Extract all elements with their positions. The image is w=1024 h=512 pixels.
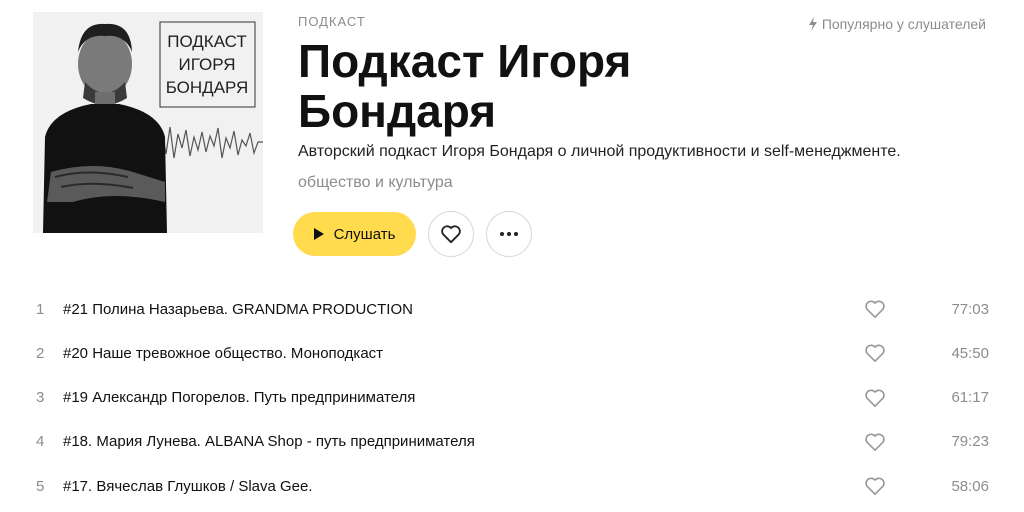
- heart-icon: [865, 389, 885, 407]
- cover-title-line-1: ПОДКАСТ: [167, 32, 247, 51]
- podcast-description: Авторский подкаст Игоря Бондаря о личной…: [298, 143, 901, 160]
- track-number: 4: [36, 433, 45, 451]
- lightning-icon: [808, 17, 817, 31]
- play-button[interactable]: Слушать: [293, 212, 416, 256]
- track-title[interactable]: #21 Полина Назарьева. GRANDMA PRODUCTION: [63, 301, 413, 318]
- page-title: Подкаст Игоря Бондаря: [298, 35, 632, 137]
- play-icon: [313, 228, 324, 240]
- action-bar: Слушать: [293, 211, 532, 257]
- track-title[interactable]: #19 Александр Погорелов. Путь предприним…: [63, 389, 415, 406]
- heart-icon: [441, 225, 461, 244]
- track-row[interactable]: 2 #20 Наше тревожное общество. Моноподка…: [0, 331, 1024, 375]
- podcast-cover: ПОДКАСТ ИГОРЯ БОНДАРЯ: [33, 12, 263, 233]
- track-list: 1 #21 Полина Назарьева. GRANDMA PRODUCTI…: [0, 287, 1024, 508]
- track-like-button[interactable]: [863, 475, 887, 497]
- track-number: 2: [36, 344, 45, 362]
- more-dots-icon: [500, 232, 518, 236]
- track-duration: 58:06: [951, 477, 989, 495]
- track-title[interactable]: #18. Мария Лунева. ALBANA Shop - путь пр…: [63, 433, 475, 450]
- track-like-button[interactable]: [863, 431, 887, 453]
- heart-icon: [865, 477, 885, 496]
- heart-icon: [865, 344, 885, 363]
- track-duration: 79:23: [951, 433, 989, 451]
- cover-title-line-3: БОНДАРЯ: [166, 78, 249, 97]
- heart-icon: [865, 300, 885, 319]
- cover-image: ПОДКАСТ ИГОРЯ БОНДАРЯ: [33, 12, 263, 233]
- cover-title-line-2: ИГОРЯ: [179, 55, 236, 74]
- track-duration: 77:03: [951, 300, 989, 318]
- track-like-button[interactable]: [863, 387, 887, 409]
- track-duration: 45:50: [951, 344, 989, 362]
- track-title[interactable]: #17. Вячеслав Глушков / Slava Gee.: [63, 478, 313, 495]
- track-number: 1: [36, 300, 45, 318]
- content-type-label: ПОДКАСТ: [298, 14, 366, 29]
- track-number: 3: [36, 389, 45, 407]
- track-like-button[interactable]: [863, 298, 887, 320]
- track-duration: 61:17: [951, 389, 989, 407]
- track-title[interactable]: #20 Наше тревожное общество. Моноподкаст: [63, 345, 383, 362]
- track-row[interactable]: 3 #19 Александр Погорелов. Путь предприн…: [0, 376, 1024, 420]
- popular-badge: Популярно у слушателей: [808, 16, 986, 32]
- more-button[interactable]: [486, 211, 532, 257]
- track-row[interactable]: 1 #21 Полина Назарьева. GRANDMA PRODUCTI…: [0, 287, 1024, 331]
- genre-link[interactable]: общество и культура: [298, 174, 453, 192]
- track-number: 5: [36, 477, 45, 495]
- play-label: Слушать: [333, 225, 396, 243]
- popular-label: Популярно у слушателей: [821, 16, 986, 32]
- like-button[interactable]: [428, 211, 474, 257]
- track-row[interactable]: 4 #18. Мария Лунева. ALBANA Shop - путь …: [0, 420, 1024, 464]
- track-row[interactable]: 5 #17. Вячеслав Глушков / Slava Gee. 58:…: [0, 464, 1024, 508]
- heart-icon: [865, 433, 885, 451]
- track-like-button[interactable]: [863, 342, 887, 364]
